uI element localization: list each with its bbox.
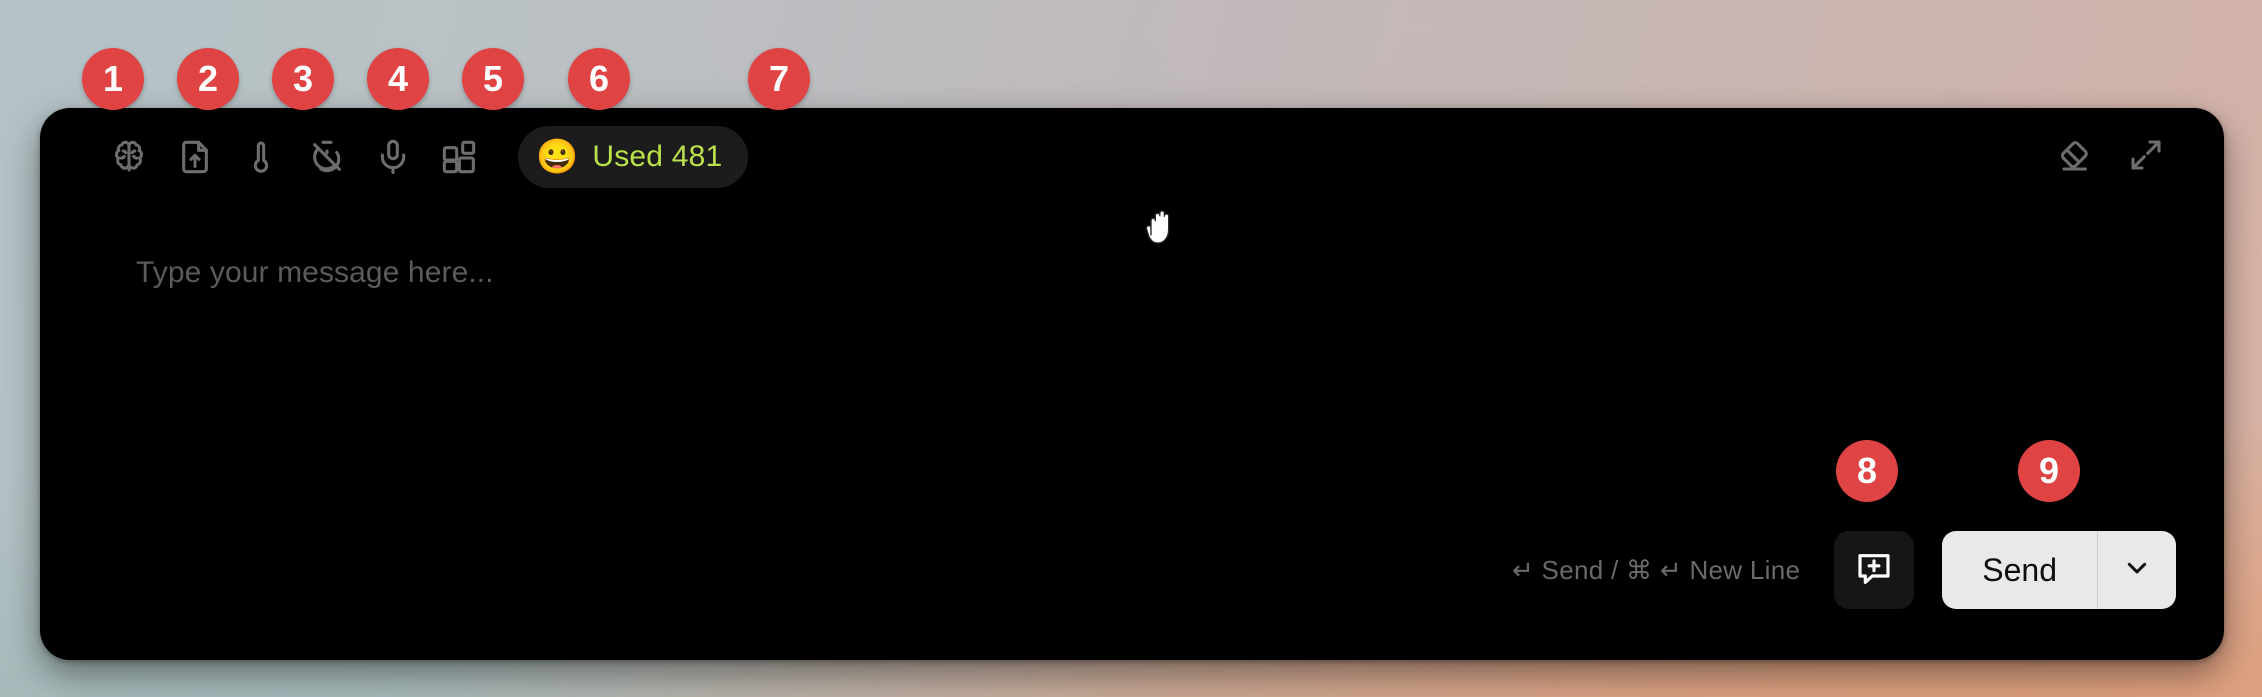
annotation-marker-6: 6 <box>568 48 630 110</box>
send-button[interactable]: Send <box>1942 531 2097 609</box>
eraser-icon <box>2054 135 2094 180</box>
grinning-face-emoji: 😀 <box>536 138 579 176</box>
toolbar-button-plugins[interactable] <box>426 126 492 188</box>
keyboard-hint-text: ↵ Send / ⌘ ↵ New Line <box>1511 554 1801 585</box>
usage-badge[interactable]: 😀 Used 481 <box>518 126 749 188</box>
annotation-marker-2: 2 <box>177 48 239 110</box>
annotation-marker-5: 5 <box>462 48 524 110</box>
send-options-button[interactable] <box>2098 531 2176 609</box>
send-button-group: Send <box>1942 531 2176 609</box>
annotation-marker-7: 7 <box>748 48 810 110</box>
composer-toolbar: 😀 Used 481 <box>40 108 2224 206</box>
toolbar-button-reasoning[interactable] <box>96 126 162 188</box>
toolbar-button-microphone[interactable] <box>360 126 426 188</box>
timer-off-icon <box>307 137 347 177</box>
toolbar-button-temperature[interactable] <box>228 126 294 188</box>
usage-badge-label: Used 481 <box>592 140 723 173</box>
toolbar-button-upload-file[interactable] <box>162 126 228 188</box>
expand-icon <box>2126 135 2166 180</box>
brain-icon <box>109 137 149 177</box>
toolbar-button-timer-off[interactable] <box>294 126 360 188</box>
annotation-marker-4: 4 <box>367 48 429 110</box>
microphone-icon <box>373 137 413 177</box>
annotation-marker-3: 3 <box>272 48 334 110</box>
composer-footer: ↵ Send / ⌘ ↵ New Line Send <box>40 510 2224 660</box>
file-upload-icon <box>175 137 215 177</box>
annotation-marker-9: 9 <box>2018 440 2080 502</box>
chevron-down-icon <box>2120 551 2154 590</box>
message-plus-icon <box>1854 548 1894 593</box>
message-input-placeholder: Type your message here... <box>136 256 494 289</box>
chat-composer-panel: 😀 Used 481 Type your message here... ↵ S… <box>40 108 2224 660</box>
annotation-marker-8: 8 <box>1836 440 1898 502</box>
annotation-marker-1: 1 <box>82 48 144 110</box>
toolbar-button-expand[interactable] <box>2110 126 2182 188</box>
toolbar-button-clear[interactable] <box>2038 126 2110 188</box>
blocks-icon <box>439 137 479 177</box>
message-input-area[interactable]: Type your message here... <box>40 206 2224 550</box>
thermometer-icon <box>241 137 281 177</box>
new-chat-button[interactable] <box>1834 531 1915 609</box>
